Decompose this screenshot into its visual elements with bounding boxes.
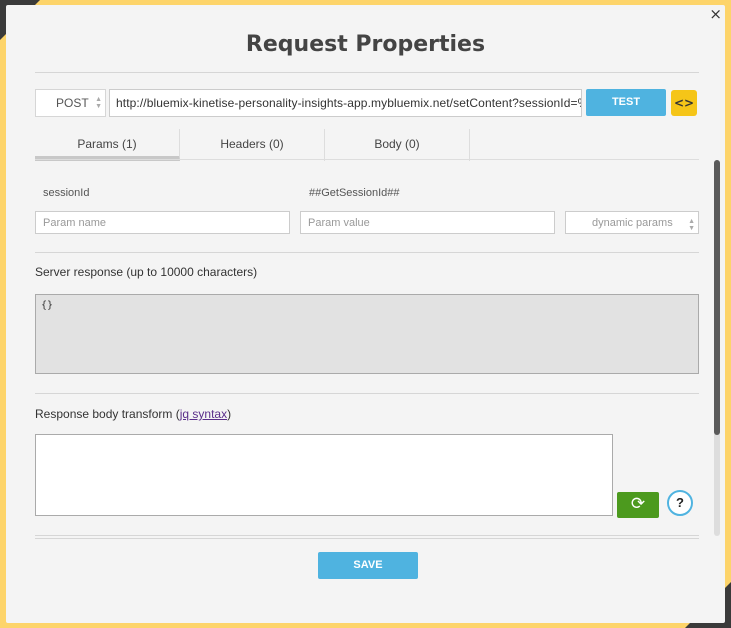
help-icon[interactable]: ?: [667, 490, 693, 516]
transform-label: Response body transform (jq syntax): [35, 407, 231, 421]
method-value: POST: [56, 96, 89, 110]
dialog-title: Request Properties: [245, 32, 486, 57]
divider: [35, 535, 699, 536]
divider: [35, 252, 699, 253]
param-value-input[interactable]: Param value: [300, 211, 555, 234]
divider: [35, 393, 699, 394]
dynamic-params-label: dynamic params: [592, 217, 673, 229]
jq-syntax-link[interactable]: jq syntax: [180, 407, 227, 421]
transform-textarea[interactable]: [35, 434, 613, 516]
param-name-input[interactable]: Param name: [35, 211, 290, 234]
transform-label-suffix: ): [227, 407, 232, 421]
method-select[interactable]: POST ▲ ▼: [35, 89, 106, 117]
refresh-icon: ⟳: [630, 494, 646, 514]
code-icon[interactable]: <>: [671, 90, 697, 116]
scrollbar-thumb[interactable]: [714, 160, 720, 435]
server-response-output: {}: [35, 294, 699, 374]
param-value[interactable]: ##GetSessionId##: [309, 187, 400, 199]
tab-body[interactable]: Body (0): [325, 129, 470, 161]
test-button[interactable]: TEST: [586, 89, 666, 116]
divider: [35, 72, 699, 73]
tab-headers[interactable]: Headers (0): [180, 129, 325, 161]
transform-label-prefix: Response body transform (: [35, 407, 180, 421]
server-response-label: Server response (up to 10000 characters): [35, 265, 258, 279]
save-button[interactable]: SAVE: [318, 552, 418, 579]
request-tabs: Params (1) Headers (0) Body (0): [35, 129, 471, 161]
tab-params[interactable]: Params (1): [35, 129, 180, 161]
refresh-button[interactable]: ⟳: [617, 492, 659, 518]
divider: [35, 159, 699, 160]
url-input[interactable]: http://bluemix-kinetise-personality-insi…: [109, 89, 582, 117]
select-arrows-icon: ▲ ▼: [688, 218, 695, 232]
param-key[interactable]: sessionId: [43, 187, 89, 199]
dynamic-params-select[interactable]: dynamic params ▲ ▼: [565, 211, 699, 234]
close-icon[interactable]: ×: [709, 5, 722, 23]
select-arrows-icon: ▲ ▼: [95, 96, 102, 110]
divider: [35, 538, 699, 539]
request-properties-dialog: × Request Properties POST ▲ ▼ http://blue…: [6, 5, 725, 623]
